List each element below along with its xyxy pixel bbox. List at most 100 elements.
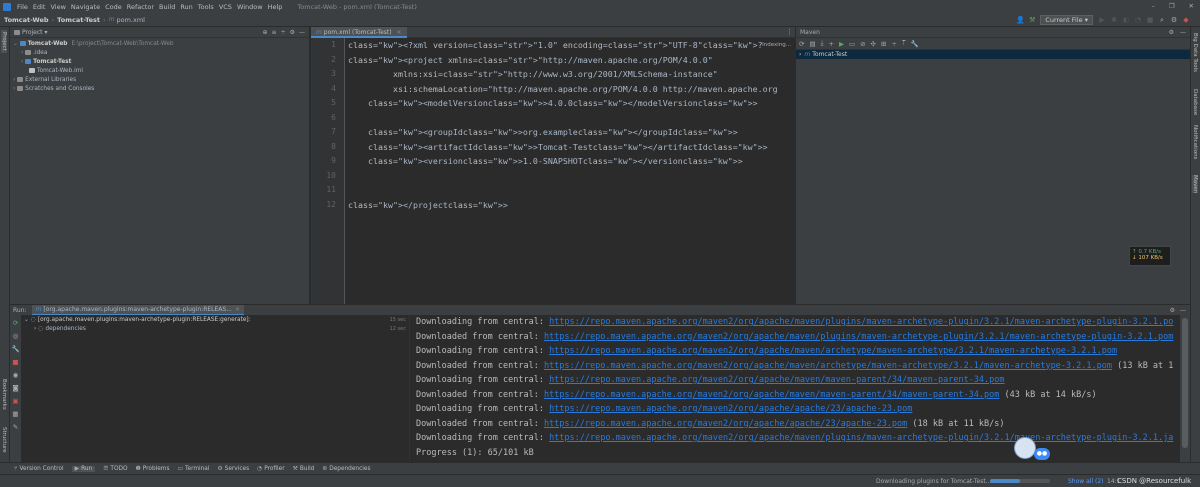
database-tool-button[interactable]: Database	[1192, 89, 1198, 115]
run-maven-icon[interactable]: ▶	[839, 40, 844, 48]
menu-item-refactor[interactable]: Refactor	[127, 3, 154, 11]
console-url-link[interactable]: https://repo.maven.apache.org/maven2/org…	[549, 433, 1173, 443]
toggle-view-icon[interactable]: ◎	[13, 332, 19, 340]
hide-icon[interactable]: —	[1180, 29, 1186, 36]
tool-window-terminal[interactable]: ▭ Terminal	[177, 466, 209, 472]
more-options-icon[interactable]: ⋮	[786, 28, 793, 36]
gear-icon[interactable]: ⚙	[1169, 29, 1174, 36]
run-tree-root[interactable]: ⌄ ◌ [org.apache.maven.plugins:maven-arch…	[22, 315, 409, 324]
project-tree-item[interactable]: › .idea	[10, 49, 309, 58]
wrench-icon[interactable]: 🔧	[11, 345, 19, 353]
tool-window-services[interactable]: ⚙ Services	[217, 466, 249, 472]
restore-icon[interactable]: ❐	[1169, 2, 1175, 10]
chevron-right-icon[interactable]: ›	[799, 51, 801, 58]
console-url-link[interactable]: https://repo.maven.apache.org/maven2/org…	[549, 346, 1117, 356]
menu-item-edit[interactable]: Edit	[33, 3, 46, 11]
project-panel-title[interactable]: Project	[22, 29, 43, 36]
bookmarks-tool-button[interactable]: Bookmarks	[1, 379, 7, 410]
assistant-avatar[interactable]	[1014, 437, 1036, 459]
hide-icon[interactable]: —	[1180, 307, 1186, 314]
add-icon[interactable]: +	[828, 40, 833, 48]
stop-icon[interactable]: ■	[1146, 16, 1154, 24]
menu-item-run[interactable]: Run	[180, 3, 192, 11]
menu-item-window[interactable]: Window	[237, 3, 263, 11]
project-tool-button[interactable]: Project	[1, 30, 7, 53]
project-tree-item[interactable]: Tomcat-Web.iml	[10, 67, 309, 76]
menu-item-tools[interactable]: Tools	[198, 3, 214, 11]
chevron-down-icon[interactable]: ⌄	[13, 41, 20, 47]
notifications-tool-button[interactable]: Notifications	[1192, 125, 1198, 159]
screenshot-icon[interactable]: ◙	[12, 384, 18, 392]
toggle-offline-icon[interactable]: ⊘	[860, 40, 865, 48]
menu-item-vcs[interactable]: VCS	[219, 3, 232, 11]
tool-window-build[interactable]: ⚒ Build	[293, 466, 315, 472]
console-url-link[interactable]: https://repo.maven.apache.org/maven2/org…	[544, 390, 999, 400]
progress-bar[interactable]	[990, 479, 1050, 483]
menu-item-file[interactable]: File	[17, 3, 28, 11]
console-url-link[interactable]: https://repo.maven.apache.org/maven2/org…	[549, 404, 912, 414]
execute-goal-icon[interactable]: ▭	[849, 40, 855, 48]
tool-window-profiler[interactable]: ◔ Profiler	[257, 466, 284, 472]
console-url-link[interactable]: https://repo.maven.apache.org/maven2/org…	[544, 332, 1173, 342]
console-url-link[interactable]: https://repo.maven.apache.org/maven2/org…	[544, 361, 1112, 371]
close-tab-icon[interactable]: ×	[397, 29, 402, 36]
layout-icon[interactable]: ▦	[12, 410, 18, 418]
filter-icon[interactable]: ⍑	[902, 39, 906, 48]
close-icon[interactable]: ✕	[1189, 2, 1194, 10]
gear-icon[interactable]: ⚙	[290, 29, 295, 36]
wrench-icon[interactable]: 🔧	[911, 40, 919, 48]
run-config-select[interactable]: Current File ▾	[1040, 15, 1093, 25]
intellij-logo-icon[interactable]	[3, 2, 11, 11]
minimize-icon[interactable]: –	[1151, 2, 1154, 10]
coverage-icon[interactable]: ◐	[1122, 16, 1130, 24]
menu-item-build[interactable]: Build	[159, 3, 175, 11]
show-dependencies-icon[interactable]: ⊞	[881, 40, 886, 48]
run-icon[interactable]: ▶	[1098, 16, 1106, 24]
big-data-tools-button[interactable]: Big Data Tools	[1192, 33, 1198, 72]
expand-all-icon[interactable]: ÷	[281, 29, 286, 36]
project-tree-item[interactable]: ⌄ Tomcat-Web E:\project\Tomcat-Web\Tomcat…	[10, 40, 309, 49]
maven-tree-item[interactable]: › m Tomcat-Test	[796, 50, 1190, 59]
console-url-link[interactable]: https://repo.maven.apache.org/maven2/org…	[549, 317, 1173, 327]
console-url-link[interactable]: https://repo.maven.apache.org/maven2/org…	[544, 419, 907, 429]
console-output[interactable]: Downloading from central: https://repo.m…	[410, 315, 1180, 462]
locate-icon[interactable]: ⊕	[263, 29, 268, 36]
project-tree-item[interactable]: › External Libraries	[10, 76, 309, 85]
generate-sources-icon[interactable]: ▤	[809, 40, 815, 48]
show-console-icon[interactable]: ◉	[13, 371, 19, 379]
tool-window-version-control[interactable]: ⑂ Version Control	[14, 466, 64, 472]
profile-icon[interactable]: ◔	[1134, 16, 1142, 24]
collapse-all-icon[interactable]: ≡	[272, 29, 277, 36]
close-tab-icon[interactable]: ×	[235, 306, 240, 313]
settings-gear-icon[interactable]: ⚙	[1170, 16, 1178, 24]
menu-item-navigate[interactable]: Navigate	[71, 3, 100, 11]
show-all-link[interactable]: Show all (2)	[1068, 478, 1104, 485]
tool-window-todo[interactable]: ☰ TODO	[103, 466, 127, 472]
console-url-link[interactable]: https://repo.maven.apache.org/maven2/org…	[549, 375, 1004, 385]
chevron-down-icon[interactable]: ▾	[45, 29, 48, 36]
debug-icon[interactable]: ✱	[1110, 16, 1118, 24]
menu-item-view[interactable]: View	[50, 3, 65, 11]
project-tree-item[interactable]: › Scratches and Consoles	[10, 85, 309, 94]
menu-item-help[interactable]: Help	[268, 3, 283, 11]
gear-icon[interactable]: ⚙	[1170, 307, 1175, 314]
tool-window-dependencies[interactable]: ⊛ Dependencies	[322, 466, 370, 472]
collapse-icon[interactable]: ÷	[891, 40, 896, 48]
run-tree-child[interactable]: › ◌ dependencies 12 sec	[22, 324, 409, 333]
chevron-right-icon[interactable]: ›	[34, 326, 36, 332]
breadcrumb-project[interactable]: Tomcat-Web	[4, 16, 49, 24]
rerun-icon[interactable]: ⟳	[13, 319, 18, 327]
menu-item-code[interactable]: Code	[105, 3, 122, 11]
skip-tests-icon[interactable]: ✣	[871, 40, 876, 48]
export-icon[interactable]: ▣	[12, 397, 18, 405]
tool-window-problems[interactable]: ❶ Problems	[136, 466, 170, 472]
stop-icon[interactable]: ■	[12, 358, 18, 366]
search-icon[interactable]: ⌕	[1158, 16, 1166, 24]
structure-tool-button[interactable]: Structure	[1, 427, 7, 453]
scrollbar-thumb[interactable]	[1182, 318, 1188, 448]
chevron-down-icon[interactable]: ⌄	[24, 317, 29, 323]
tab-pom-xml[interactable]: m pom.xml (Tomcat-Test) ×	[311, 26, 407, 38]
breadcrumb-module[interactable]: Tomcat-Test	[57, 16, 100, 24]
jetbrains-icon[interactable]: ◆	[1182, 16, 1190, 24]
project-tree-item[interactable]: › Tomcat-Test	[10, 58, 309, 67]
